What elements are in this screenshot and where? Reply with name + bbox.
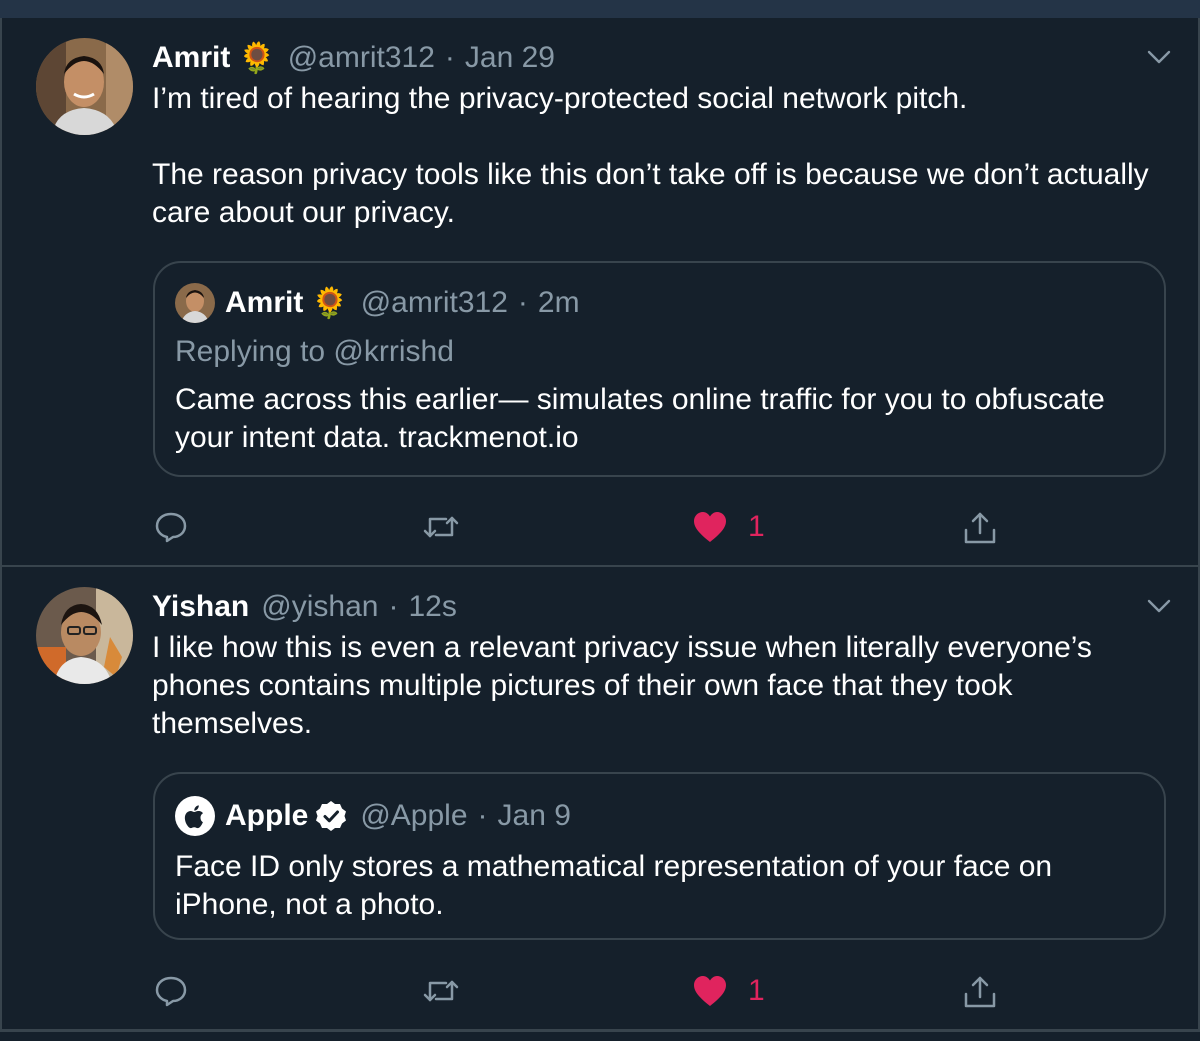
author-handle[interactable]: @amrit312 — [288, 41, 435, 75]
quote-author-handle: @amrit312 — [360, 286, 508, 319]
share-icon — [964, 512, 996, 544]
like-count: 1 — [748, 974, 765, 1007]
verified-badge-icon — [316, 801, 347, 831]
author-name[interactable]: Amrit — [152, 41, 230, 75]
share-button[interactable] — [962, 974, 998, 1010]
quoted-tweet[interactable]: Apple @Apple · Jan 9 Face ID only stores… — [153, 772, 1166, 940]
heart-icon — [694, 512, 726, 542]
avatar[interactable] — [36, 587, 133, 684]
next-tweet-edge — [0, 1030, 1200, 1041]
tweet-header: Yishan @yishan · 12s — [152, 587, 457, 627]
dot-separator: · — [477, 799, 488, 832]
replying-to: Replying to @krrishd — [175, 335, 454, 368]
like-button[interactable]: 1 — [692, 510, 765, 544]
apple-logo-icon — [175, 796, 215, 836]
share-icon — [964, 976, 996, 1008]
quote-author-handle: @Apple — [360, 799, 468, 832]
tweet-header: Amrit 🌻 @amrit312 · Jan 29 — [152, 38, 555, 78]
chevron-down-icon[interactable] — [1146, 593, 1172, 619]
retweet-icon — [423, 980, 459, 1002]
tweet-text-p2: The reason privacy tools like this don’t… — [152, 158, 1149, 229]
quote-text: Came across this earlier— simulates onli… — [175, 383, 1105, 454]
tweet-yishan[interactable]: Yishan @yishan · 12s I like how this is … — [0, 567, 1200, 1031]
share-button[interactable] — [962, 510, 998, 546]
author-handle[interactable]: @yishan — [261, 590, 378, 624]
heart-icon — [694, 976, 726, 1006]
reply-button[interactable] — [154, 510, 188, 544]
reply-icon — [155, 976, 187, 1007]
sunflower-emoji: 🌻 — [238, 41, 276, 75]
quote-author-name: Amrit — [225, 286, 304, 319]
quote-author-name: Apple — [225, 799, 309, 832]
timestamp[interactable]: Jan 29 — [465, 41, 555, 75]
like-button[interactable]: 1 — [692, 974, 765, 1008]
quote-header: Apple @Apple · Jan 9 — [175, 794, 571, 838]
reply-icon — [155, 512, 187, 543]
dot-separator: · — [517, 286, 528, 319]
top-bar — [0, 0, 1200, 18]
author-name[interactable]: Yishan — [152, 590, 249, 624]
like-count: 1 — [748, 510, 765, 543]
chevron-down-icon[interactable] — [1146, 44, 1172, 70]
reply-button[interactable] — [154, 974, 188, 1008]
sunflower-emoji: 🌻 — [311, 286, 349, 320]
avatar[interactable] — [36, 38, 133, 135]
tweet-amrit[interactable]: Amrit 🌻 @amrit312 · Jan 29 I’m tired of … — [0, 18, 1200, 567]
tweet-text: I like how this is even a relevant priva… — [152, 631, 1092, 740]
tweet-text-p1: I’m tired of hearing the privacy-protect… — [152, 82, 968, 115]
quote-timestamp: Jan 9 — [497, 799, 571, 832]
retweet-icon — [423, 516, 459, 538]
quote-header: Amrit 🌻 @amrit312 · 2m — [175, 281, 580, 325]
dot-separator: · — [388, 590, 399, 623]
timestamp[interactable]: 12s — [408, 590, 456, 624]
retweet-button[interactable] — [422, 974, 460, 1008]
quoted-tweet[interactable]: Amrit 🌻 @amrit312 · 2m Replying to @krri… — [153, 261, 1166, 477]
quote-timestamp: 2m — [537, 286, 580, 319]
retweet-button[interactable] — [422, 510, 460, 544]
quote-text: Face ID only stores a mathematical repre… — [175, 850, 1053, 921]
dot-separator: · — [444, 41, 455, 74]
quote-avatar — [175, 283, 215, 323]
